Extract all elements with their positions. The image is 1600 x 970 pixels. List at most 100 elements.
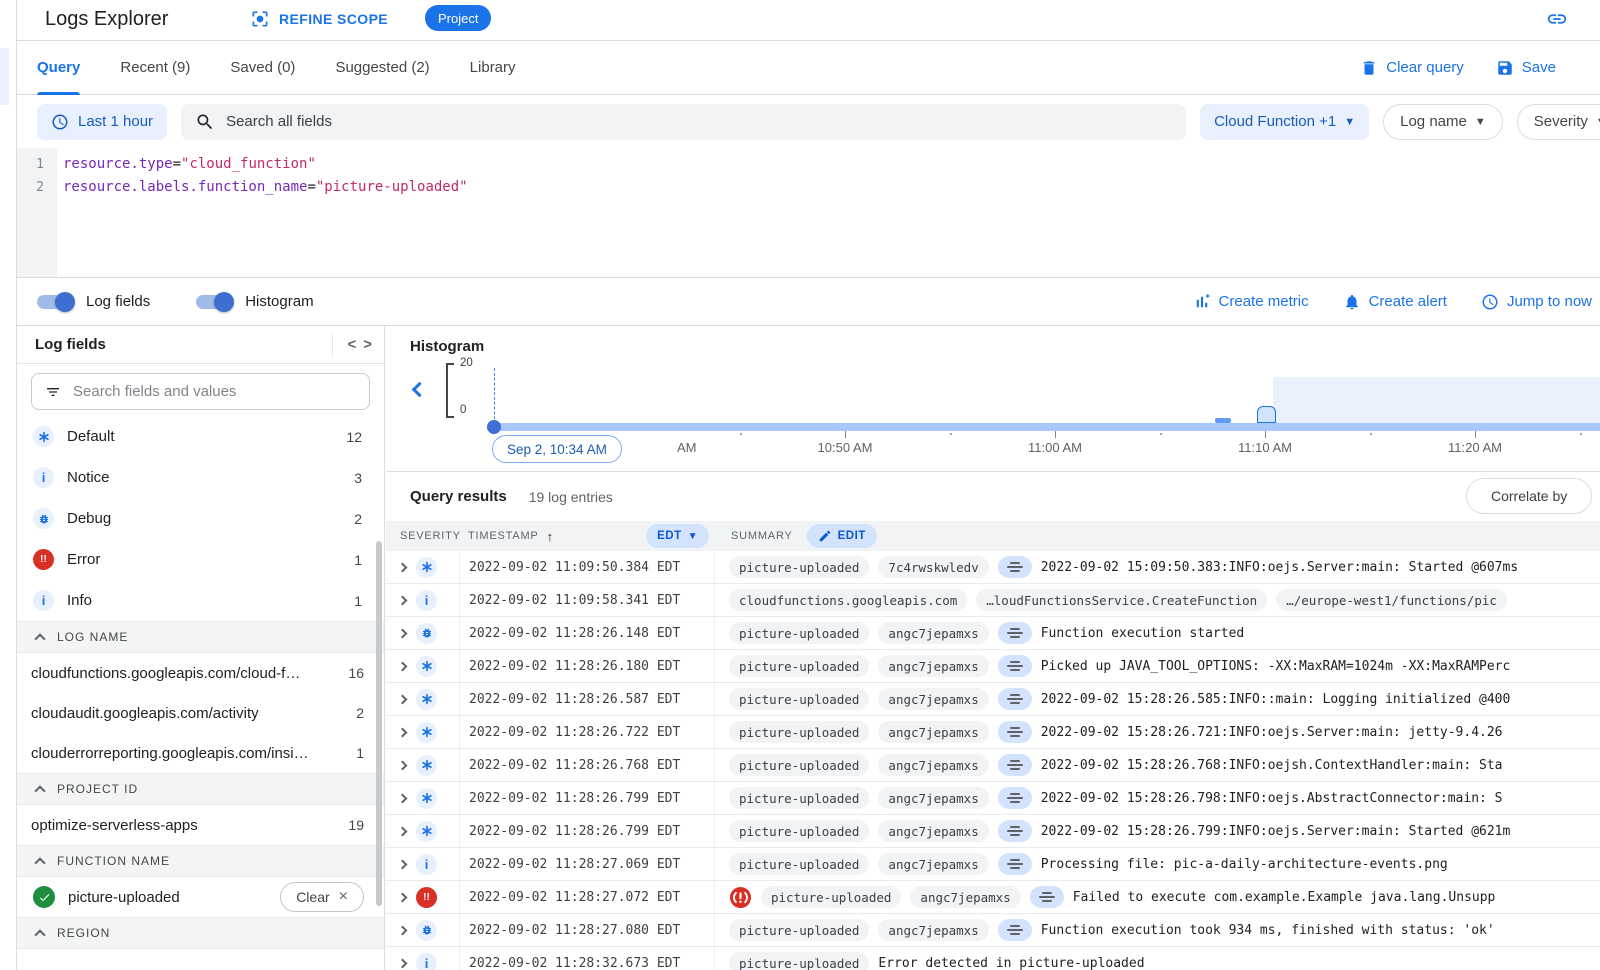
time-range-chip[interactable]: Last 1 hour [37, 104, 167, 140]
severity-filter[interactable]: Severity ▼ [1517, 104, 1600, 140]
search-all-fields-input[interactable] [226, 113, 1172, 130]
expand-chevron-icon[interactable] [398, 727, 408, 737]
summary-lines-icon[interactable] [998, 787, 1032, 809]
log-chip[interactable]: picture-uploaded [729, 754, 869, 776]
field-section-header[interactable]: PROJECT ID [17, 773, 384, 805]
log-chip[interactable]: angc7jepamxs [878, 754, 988, 776]
summary-lines-icon[interactable] [998, 688, 1032, 710]
histogram-prev-chevron-icon[interactable] [412, 382, 428, 398]
expand-chevron-icon[interactable] [398, 595, 408, 605]
save-button[interactable]: Save [1496, 59, 1556, 77]
log-chip[interactable]: picture-uploaded [729, 787, 869, 809]
log-chip[interactable]: angc7jepamxs [878, 688, 988, 710]
log-chip[interactable]: …/europe-west1/functions/pic [1276, 589, 1507, 611]
log-chip[interactable]: angc7jepamxs [878, 622, 988, 644]
tab-library[interactable]: Library [470, 41, 516, 95]
log-entry-row[interactable]: i 2022-09-02 11:28:27.069 EDT picture-up… [386, 848, 1600, 881]
log-name-filter[interactable]: Log name ▼ [1383, 104, 1503, 140]
log-chip[interactable]: angc7jepamxs [878, 721, 988, 743]
expand-chevron-icon[interactable] [398, 694, 408, 704]
histogram-bar[interactable] [1215, 418, 1231, 423]
log-entry-row[interactable]: 2022-09-02 11:28:26.722 EDT picture-uplo… [386, 716, 1600, 749]
log-entry-row[interactable]: 2022-09-02 11:28:26.148 EDT picture-uplo… [386, 617, 1600, 650]
log-chip[interactable]: …loudFunctionsService.CreateFunction [976, 589, 1267, 611]
tab-recent[interactable]: Recent (9) [120, 41, 190, 95]
col-severity[interactable]: SEVERITY [390, 521, 460, 551]
sort-ascending-icon[interactable]: ↑ [547, 529, 554, 544]
expand-chevron-icon[interactable] [398, 760, 408, 770]
resource-filter-chip[interactable]: Cloud Function +1 ▼ [1200, 104, 1369, 140]
time-cursor-handle[interactable] [487, 420, 501, 434]
field-section-header[interactable]: LOG NAME [17, 621, 384, 653]
summary-lines-icon[interactable] [998, 853, 1032, 875]
log-chip[interactable]: picture-uploaded [729, 820, 869, 842]
col-timestamp[interactable]: TIMESTAMP ↑ EDT▼ [460, 521, 715, 551]
log-entry-row[interactable]: 2022-09-02 11:28:26.799 EDT picture-uplo… [386, 782, 1600, 815]
expand-chevron-icon[interactable] [398, 826, 408, 836]
summary-lines-icon[interactable] [1030, 886, 1064, 908]
create-alert-button[interactable]: Create alert [1343, 293, 1447, 311]
expand-chevron-icon[interactable] [398, 892, 408, 902]
share-link-icon[interactable] [1546, 8, 1568, 30]
log-chip[interactable]: picture-uploaded [729, 622, 869, 644]
log-fields-toggle[interactable] [37, 295, 73, 309]
log-chip[interactable]: angc7jepamxs [878, 919, 988, 941]
expand-chevron-icon[interactable] [398, 562, 408, 572]
expand-chevron-icon[interactable] [398, 628, 408, 638]
expand-chevron-icon[interactable] [398, 925, 408, 935]
log-chip[interactable]: angc7jepamxs [910, 886, 1020, 908]
edit-summary-button[interactable]: EDIT [807, 524, 877, 548]
log-chip[interactable]: picture-uploaded [729, 919, 869, 941]
expand-chevron-icon[interactable] [398, 793, 408, 803]
log-chip[interactable]: angc7jepamxs [878, 820, 988, 842]
log-chip[interactable]: picture-uploaded [729, 952, 869, 970]
log-chip[interactable]: picture-uploaded [729, 853, 869, 875]
severity-field-item[interactable]: i Notice 3 [17, 457, 384, 498]
field-section-header[interactable]: FUNCTION NAME [17, 845, 384, 877]
log-chip[interactable]: angc7jepamxs [878, 787, 988, 809]
tab-saved[interactable]: Saved (0) [230, 41, 295, 95]
severity-field-item[interactable]: Default 12 [17, 416, 384, 457]
log-chip[interactable]: picture-uploaded [729, 721, 869, 743]
timeline-band[interactable] [494, 423, 1600, 431]
expand-chevron-icon[interactable] [398, 958, 408, 968]
summary-lines-icon[interactable] [998, 622, 1032, 644]
field-section-header[interactable]: REGION [17, 917, 384, 949]
log-entry-row[interactable]: 2022-09-02 11:28:26.180 EDT picture-uplo… [386, 650, 1600, 683]
summary-lines-icon[interactable] [998, 655, 1032, 677]
log-entry-row[interactable]: 2022-09-02 11:28:26.799 EDT picture-uplo… [386, 815, 1600, 848]
create-metric-button[interactable]: Create metric [1193, 293, 1309, 311]
tab-query[interactable]: Query [37, 41, 80, 95]
log-chip[interactable]: 7c4rwskwledv [878, 556, 988, 578]
summary-lines-icon[interactable] [998, 556, 1032, 578]
expand-chevron-icon[interactable] [398, 859, 408, 869]
log-entry-row[interactable]: !! 2022-09-02 11:28:27.072 EDT picture-u… [386, 881, 1600, 914]
clear-query-button[interactable]: Clear query [1360, 59, 1464, 77]
timezone-chip[interactable]: EDT▼ [646, 524, 709, 548]
log-entry-row[interactable]: 2022-09-02 11:28:26.768 EDT picture-uplo… [386, 749, 1600, 782]
log-chip[interactable]: angc7jepamxs [878, 655, 988, 677]
summary-lines-icon[interactable] [998, 754, 1032, 776]
field-value-item[interactable]: clouderrorreporting.googleapis.com/insi…… [17, 733, 384, 773]
fields-search-box[interactable] [31, 373, 370, 410]
summary-lines-icon[interactable] [998, 919, 1032, 941]
clear-filter-button[interactable]: Clear× [280, 882, 364, 912]
log-entry-row[interactable]: i 2022-09-02 11:09:58.341 EDT cloudfunct… [386, 584, 1600, 617]
search-all-fields-box[interactable] [181, 104, 1186, 140]
summary-lines-icon[interactable] [998, 721, 1032, 743]
expand-chevron-icon[interactable] [398, 661, 408, 671]
histogram-selection-region[interactable] [1273, 377, 1600, 423]
refine-scope-button[interactable]: REFINE SCOPE [250, 9, 388, 29]
fields-search-input[interactable] [73, 383, 356, 400]
jump-to-now-button[interactable]: Jump to now [1481, 293, 1592, 311]
scope-project-badge[interactable]: Project [425, 5, 491, 31]
severity-field-item[interactable]: i Info 1 [17, 580, 384, 621]
field-value-item[interactable]: cloudaudit.googleapis.com/activity 2 [17, 693, 384, 733]
severity-field-item[interactable]: Debug 2 [17, 498, 384, 539]
log-chip[interactable]: picture-uploaded [729, 556, 869, 578]
log-entry-row[interactable]: 2022-09-02 11:09:50.384 EDT picture-uplo… [386, 551, 1600, 584]
histogram-toggle[interactable] [196, 295, 232, 309]
histogram-bar[interactable] [1257, 406, 1276, 423]
log-entry-row[interactable]: 2022-09-02 11:28:26.587 EDT picture-uplo… [386, 683, 1600, 716]
expand-panel-button[interactable]: <> [332, 334, 372, 356]
